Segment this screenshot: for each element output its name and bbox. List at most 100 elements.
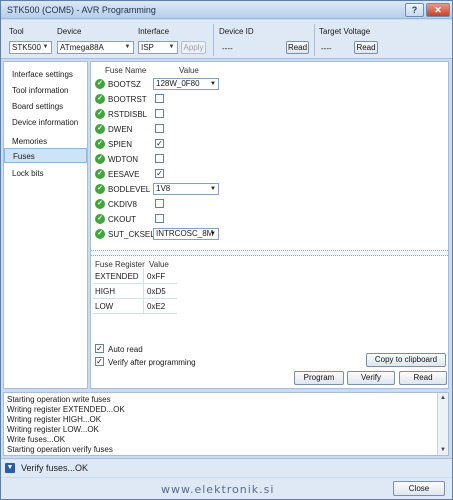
fuse-name: RSTDISBL (108, 110, 148, 119)
fuses-panel: Fuse Name Value ✓ BOOTSZ 128W_0F80 ▼ ✓ B… (90, 61, 449, 389)
help-button[interactable]: ? (405, 3, 424, 17)
log-line: Writing register LOW...OK (7, 425, 99, 434)
log-line: Starting operation write fuses (7, 395, 111, 404)
chevron-down-icon: ▼ (210, 231, 216, 237)
check-ok-icon: ✓ (95, 229, 105, 239)
avr-programming-window: STK500 (COM5) - AVR Programming ? ✕ Tool… (0, 0, 453, 500)
toolbar: Tool STK500 ▼ Device ATmega88A ▼ Interfa… (1, 20, 452, 59)
bootsz-value: 128W_0F80 (156, 79, 200, 88)
register-value-header: Value (149, 260, 169, 269)
toolbar-divider (314, 24, 315, 56)
fuse-name: CKDIV8 (108, 200, 137, 209)
spien-checkbox[interactable]: ✓ (155, 139, 164, 148)
fuse-name: SPIEN (108, 140, 133, 149)
scroll-down-icon[interactable]: ▼ (438, 445, 448, 455)
sut-cksel-select[interactable]: INTRCOSC_8M ▼ (153, 228, 219, 240)
register-name: HIGH (95, 287, 115, 296)
copy-to-clipboard-button[interactable]: Copy to clipboard (366, 353, 446, 367)
tool-value: STK500 (12, 43, 41, 52)
chevron-down-icon: ▼ (210, 81, 216, 87)
interface-label: Interface (138, 27, 170, 36)
fuse-name: CKOUT (108, 215, 136, 224)
fuse-register-header: Fuse Register (95, 260, 145, 269)
nav-item-device-information[interactable]: Device information (4, 115, 87, 130)
close-button[interactable]: Close (393, 481, 445, 496)
chevron-down-icon[interactable]: ▼ (5, 463, 15, 473)
fuse-name: BOOTSZ (108, 80, 141, 89)
register-value[interactable]: 0xE2 (147, 302, 165, 311)
check-ok-icon: ✓ (95, 214, 105, 224)
register-row-low: LOW 0xE2 (93, 299, 177, 314)
close-window-button[interactable]: ✕ (426, 3, 450, 17)
scroll-up-icon[interactable]: ▲ (438, 393, 448, 403)
fuse-name: DWEN (108, 125, 133, 134)
chevron-down-icon: ▼ (42, 44, 49, 50)
check-ok-icon: ✓ (95, 94, 105, 104)
register-value[interactable]: 0xD5 (147, 287, 166, 296)
program-button[interactable]: Program (294, 371, 344, 385)
log-line: Writing register EXTENDED...OK (7, 405, 125, 414)
nav-item-board-settings[interactable]: Board settings (4, 99, 87, 114)
nav-item-lock-bits[interactable]: Lock bits (4, 166, 87, 181)
fuse-row-bodlevel: ✓ BODLEVEL 1V8 ▼ (93, 182, 233, 196)
ckdiv8-checkbox[interactable] (155, 199, 164, 208)
nav-item-interface-settings[interactable]: Interface settings (4, 67, 87, 82)
interface-value: ISP (141, 43, 154, 52)
check-ok-icon: ✓ (95, 199, 105, 209)
target-voltage-value: ---- (321, 44, 332, 53)
panel-splitter[interactable] (91, 250, 448, 256)
dialog-footer: www.elektronik.si Close (1, 478, 452, 499)
chevron-down-icon: ▼ (124, 44, 131, 50)
device-id-label: Device ID (219, 27, 254, 36)
log-line: Write fuses...OK (7, 435, 66, 444)
ckout-checkbox[interactable] (155, 214, 164, 223)
wdton-checkbox[interactable] (155, 154, 164, 163)
auto-read-checkbox[interactable]: ✓ (95, 344, 104, 353)
verify-button[interactable]: Verify (347, 371, 395, 385)
device-select[interactable]: ATmega88A ▼ (57, 41, 134, 54)
rstdisbl-checkbox[interactable] (155, 109, 164, 118)
nav-item-memories[interactable]: Memories (4, 134, 87, 149)
verify-after-label: Verify after programming (108, 358, 196, 367)
register-row-extended: EXTENDED 0xFF (93, 269, 177, 284)
fuse-row-bootsz: ✓ BOOTSZ 128W_0F80 ▼ (93, 77, 233, 91)
device-label: Device (57, 27, 82, 36)
bootsz-select[interactable]: 128W_0F80 ▼ (153, 78, 219, 90)
fuse-row-sut-cksel: ✓ SUT_CKSEL INTRCOSC_8M ▼ (93, 227, 233, 241)
dwen-checkbox[interactable] (155, 124, 164, 133)
nav-item-tool-information[interactable]: Tool information (4, 83, 87, 98)
fuse-name: SUT_CKSEL (108, 230, 155, 239)
tool-select[interactable]: STK500 ▼ (9, 41, 52, 54)
read-target-voltage-button[interactable]: Read (354, 41, 378, 54)
eesave-checkbox[interactable]: ✓ (155, 169, 164, 178)
check-ok-icon: ✓ (95, 154, 105, 164)
chevron-down-icon: ▼ (210, 186, 216, 192)
fuse-row-ckdiv8: ✓ CKDIV8 (93, 197, 233, 211)
fuse-row-rstdisbl: ✓ RSTDISBL (93, 107, 233, 121)
log-scrollbar[interactable]: ▲ ▼ (437, 393, 448, 455)
section-nav: Interface settings Tool information Boar… (3, 61, 88, 389)
verify-after-checkbox[interactable]: ✓ (95, 357, 104, 366)
read-button[interactable]: Read (399, 371, 447, 385)
register-value[interactable]: 0xFF (147, 272, 165, 281)
check-ok-icon: ✓ (95, 124, 105, 134)
fuse-row-spien: ✓ SPIEN ✓ (93, 137, 233, 151)
check-ok-icon: ✓ (95, 109, 105, 119)
read-device-id-button[interactable]: Read (286, 41, 309, 54)
apply-button[interactable]: Apply (181, 41, 206, 54)
fuse-row-eesave: ✓ EESAVE ✓ (93, 167, 233, 181)
device-id-value: ---- (222, 44, 233, 53)
fuse-name-header: Fuse Name (105, 66, 147, 75)
auto-read-label: Auto read (108, 345, 143, 354)
bodlevel-select[interactable]: 1V8 ▼ (153, 183, 219, 195)
nav-item-fuses[interactable]: Fuses (4, 148, 87, 163)
status-text: Verify fuses...OK (21, 463, 89, 473)
interface-select[interactable]: ISP ▼ (138, 41, 178, 54)
title-bar: STK500 (COM5) - AVR Programming ? ✕ (1, 1, 452, 19)
check-ok-icon: ✓ (95, 169, 105, 179)
fuse-row-bootrst: ✓ BOOTRST (93, 92, 233, 106)
fuse-row-dwen: ✓ DWEN (93, 122, 233, 136)
fuse-row-ckout: ✓ CKOUT (93, 212, 233, 226)
bootrst-checkbox[interactable] (155, 94, 164, 103)
fuse-name: WDTON (108, 155, 139, 164)
